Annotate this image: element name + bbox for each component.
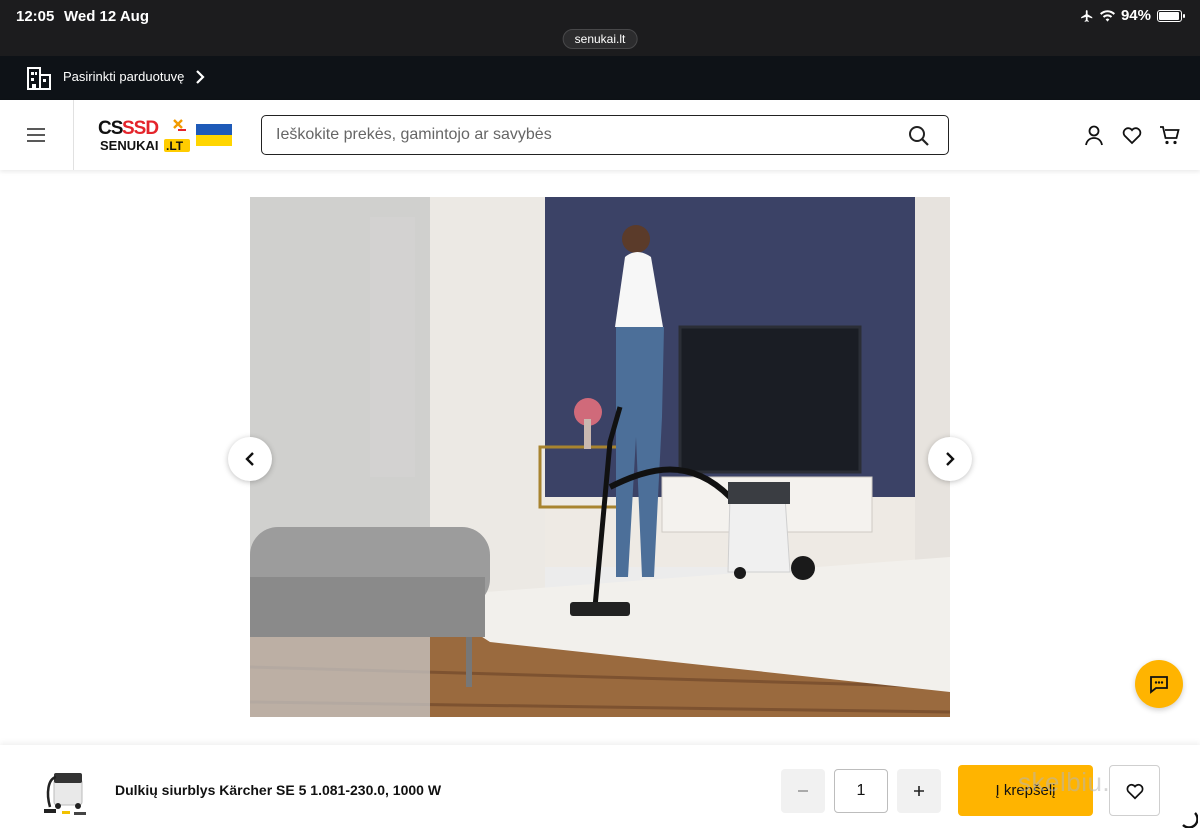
svg-text:.LT: .LT: [166, 139, 184, 153]
store-selector-label: Pasirinkti parduotuvę: [63, 69, 185, 84]
status-date: Wed 12 Aug: [64, 8, 150, 25]
chevron-right-icon: [946, 452, 955, 466]
product-thumbnail[interactable]: [40, 759, 92, 817]
logo-mark: CS SSD SENUKAI .LT: [98, 118, 232, 153]
hamburger-menu-button[interactable]: [18, 124, 54, 146]
battery-icon: [1157, 9, 1185, 22]
header-divider: [73, 100, 74, 170]
store-building-icon: [27, 67, 51, 90]
hero-illustration: [250, 197, 950, 717]
store-selector-bar[interactable]: Pasirinkti parduotuvę: [0, 56, 1200, 100]
add-to-wishlist-button[interactable]: [1109, 765, 1160, 816]
svg-text:SENUKAI: SENUKAI: [100, 138, 159, 153]
carousel-next-button[interactable]: [928, 437, 972, 481]
chevron-left-icon: [245, 452, 254, 466]
airplane-icon: [1081, 9, 1093, 22]
quantity-decrease-button[interactable]: [781, 769, 825, 813]
svg-text:SSD: SSD: [122, 118, 158, 139]
status-time: 12:05: [16, 8, 55, 25]
shopping-cart-icon[interactable]: [1159, 124, 1181, 146]
user-account-icon[interactable]: [1083, 124, 1105, 146]
status-indicators: 94%: [1080, 7, 1185, 24]
chat-support-button[interactable]: [1135, 660, 1183, 708]
url-bar[interactable]: senukai.lt: [562, 29, 638, 49]
loading-spinner-icon: [1182, 812, 1198, 828]
search-icon[interactable]: [908, 125, 930, 147]
site-header: CS SSD SENUKAI .LT: [0, 100, 1200, 170]
hamburger-icon: [27, 128, 45, 142]
search-box[interactable]: [261, 115, 949, 155]
chevron-right-icon: [196, 70, 205, 84]
quantity-increase-button[interactable]: [897, 769, 941, 813]
battery-fill: [1159, 11, 1179, 20]
search-input[interactable]: [276, 124, 876, 146]
quantity-input[interactable]: [834, 769, 888, 813]
status-bar: 12:05 Wed 12 Aug 94% senukai.lt: [0, 0, 1200, 56]
sticky-add-to-cart-bar: Dulkių siurblys Kärcher SE 5 1.081-230.0…: [0, 745, 1200, 834]
carousel-prev-button[interactable]: [228, 437, 272, 481]
product-hero-image: [250, 197, 950, 717]
senukai-logo[interactable]: CS SSD SENUKAI .LT: [98, 116, 238, 156]
plus-icon: [914, 786, 924, 796]
wifi-icon: [1099, 9, 1115, 22]
heart-icon: [1126, 783, 1143, 799]
battery-percent: 94%: [1120, 7, 1151, 24]
chat-bubble-icon: [1150, 676, 1168, 694]
product-name: Dulkių siurblys Kärcher SE 5 1.081-230.0…: [115, 782, 442, 798]
svg-text:CS: CS: [98, 118, 123, 139]
wishlist-heart-icon[interactable]: [1121, 124, 1143, 146]
minus-icon: [798, 790, 808, 792]
